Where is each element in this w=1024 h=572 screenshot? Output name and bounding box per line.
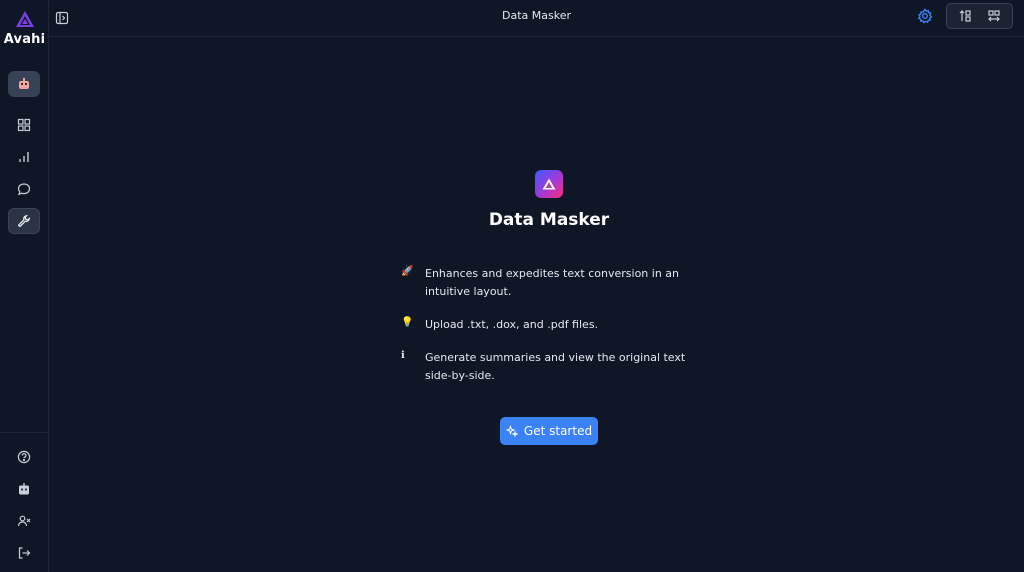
sidebar-item-remove-user[interactable]	[8, 508, 40, 534]
feature-item: ℹ Generate summaries and view the origin…	[401, 349, 701, 385]
feature-text: Upload .txt, .dox, and .pdf files.	[425, 318, 599, 331]
sidebar-item-dashboard[interactable]	[8, 112, 40, 138]
sidebar-item-bot[interactable]	[8, 476, 40, 502]
vertical-layout-button[interactable]	[954, 6, 976, 26]
help-circle-icon	[17, 450, 31, 464]
sidebar-item-chat[interactable]	[8, 176, 40, 202]
info-icon: ℹ	[401, 350, 405, 361]
grid-icon	[17, 118, 31, 132]
robot-avatar-icon	[19, 78, 29, 89]
lightbulb-icon: 💡	[401, 317, 414, 328]
horizontal-layout-button[interactable]	[983, 6, 1005, 26]
sidebar-divider	[0, 432, 49, 433]
sidebar-item-analytics[interactable]	[8, 144, 40, 170]
brand-name: Avahi	[3, 32, 46, 47]
triangle-logo-icon	[542, 178, 556, 190]
user-remove-icon	[17, 515, 31, 527]
top-bar: Data Masker	[49, 0, 1024, 37]
feature-item: 🚀 Enhances and expedites text conversion…	[401, 265, 701, 301]
sidebar: Avahi	[0, 0, 49, 572]
sidebar-item-tools[interactable]	[8, 208, 40, 234]
swap-vertical-icon	[959, 10, 971, 22]
settings-button[interactable]	[915, 6, 935, 26]
feature-text: Enhances and expedites text conversion i…	[425, 267, 679, 298]
sidebar-item-logout[interactable]	[8, 540, 40, 566]
view-toggle-group	[946, 3, 1013, 29]
sparkle-icon	[505, 425, 518, 437]
sidebar-item-help[interactable]	[8, 444, 40, 470]
bot-icon	[19, 483, 29, 495]
main-heading: Data Masker	[488, 210, 610, 230]
bar-chart-icon	[19, 152, 29, 162]
wrench-icon	[18, 215, 31, 227]
logout-icon	[18, 547, 31, 559]
get-started-label: Get started	[523, 424, 593, 438]
gear-icon	[917, 8, 933, 24]
brand-logo[interactable]: Avahi	[0, 10, 49, 47]
get-started-button[interactable]: Get started	[500, 417, 598, 445]
data-masker-app-icon	[535, 170, 563, 198]
avatar-button[interactable]	[8, 71, 40, 97]
rocket-icon: 🚀	[401, 266, 414, 277]
chat-bubble-icon	[17, 183, 31, 196]
feature-item: 💡 Upload .txt, .dox, and .pdf files.	[401, 316, 701, 334]
feature-text: Generate summaries and view the original…	[425, 351, 686, 382]
page-title: Data Masker	[502, 9, 571, 22]
avahi-logo-icon	[15, 11, 34, 27]
swap-horizontal-icon	[987, 10, 1000, 22]
